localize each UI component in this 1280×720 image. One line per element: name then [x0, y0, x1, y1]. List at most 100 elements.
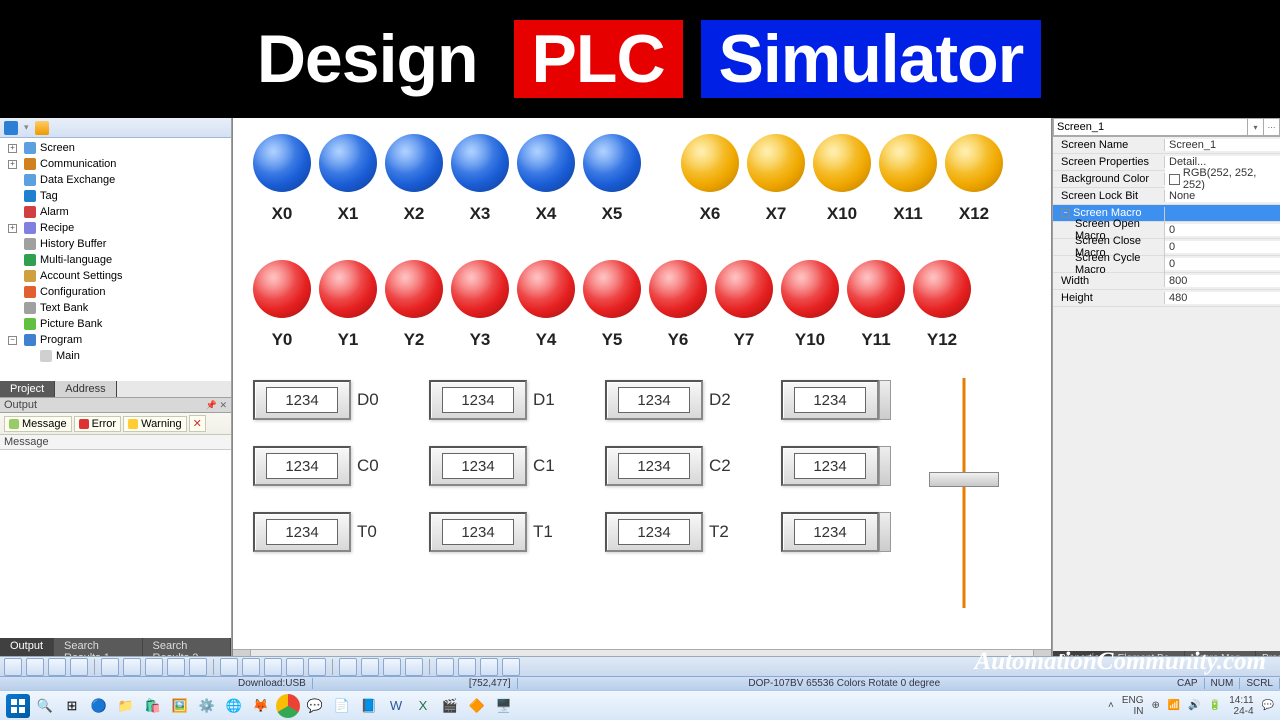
display-scroll[interactable] — [879, 512, 891, 552]
output-pin-icon[interactable]: 📌 ✕ — [206, 400, 227, 411]
folder-icon[interactable] — [35, 121, 49, 135]
prop-screen-cycle-macro[interactable]: Screen Cycle Macro0 — [1053, 256, 1280, 273]
numeric-display[interactable]: 1234 — [781, 446, 879, 486]
numeric-display[interactable]: 1234 — [253, 446, 351, 486]
align-tool-16[interactable] — [383, 658, 401, 676]
tree-item-recipe[interactable]: +Recipe — [0, 220, 231, 236]
prop-screen-name[interactable]: Screen NameScreen_1 — [1053, 137, 1280, 154]
numeric-display[interactable]: 1234 — [253, 512, 351, 552]
prop-height[interactable]: Height480 — [1053, 290, 1280, 307]
tree-item-history-buffer[interactable]: History Buffer — [0, 236, 231, 252]
push-button[interactable] — [781, 260, 839, 318]
vertical-slider[interactable] — [929, 378, 999, 608]
align-tool-7[interactable] — [167, 658, 185, 676]
numeric-display[interactable]: 1234 — [781, 512, 879, 552]
tray-battery-icon[interactable]: 🔋 — [1209, 700, 1221, 711]
numeric-display[interactable]: 1234 — [605, 380, 703, 420]
tree-item-text-bank[interactable]: Text Bank — [0, 300, 231, 316]
prop-value[interactable]: RGB(252, 252, 252) — [1165, 167, 1280, 191]
align-tool-14[interactable] — [339, 658, 357, 676]
tray-chevron-icon[interactable]: ˄ — [1108, 700, 1114, 711]
numeric-display[interactable]: 1234 — [429, 446, 527, 486]
tree-item-program[interactable]: −Program — [0, 332, 231, 348]
expand-icon[interactable]: − — [8, 336, 17, 345]
align-tool-13[interactable] — [308, 658, 326, 676]
prop-value[interactable]: 0 — [1165, 258, 1280, 270]
firefox-icon[interactable]: 🦊 — [249, 694, 273, 718]
tray-language[interactable]: ENGIN — [1122, 695, 1144, 717]
push-button[interactable] — [847, 260, 905, 318]
align-tool-3[interactable] — [70, 658, 88, 676]
tree-item-data-exchange[interactable]: Data Exchange — [0, 172, 231, 188]
tray-clock[interactable]: 14:1124-4 — [1229, 695, 1253, 717]
numeric-display[interactable]: 1234 — [253, 380, 351, 420]
push-button[interactable] — [517, 134, 575, 192]
expand-icon[interactable]: + — [8, 160, 17, 169]
push-button[interactable] — [517, 260, 575, 318]
photos-icon[interactable]: 🖼️ — [168, 694, 192, 718]
object-name-input[interactable] — [1053, 118, 1248, 136]
settings-icon[interactable]: ⚙️ — [195, 694, 219, 718]
tray-notifications-icon[interactable]: 💬 — [1262, 700, 1274, 711]
push-button[interactable] — [451, 260, 509, 318]
align-tool-15[interactable] — [361, 658, 379, 676]
excel-icon[interactable]: X — [411, 694, 435, 718]
explorer-icon[interactable]: 📁 — [114, 694, 138, 718]
expand-icon[interactable]: + — [8, 224, 17, 233]
push-button[interactable] — [813, 134, 871, 192]
align-tool-17[interactable] — [405, 658, 423, 676]
tree-item-configuration[interactable]: Configuration — [0, 284, 231, 300]
chevron-down-icon[interactable]: ▾ — [1248, 118, 1264, 136]
tree-item-screen[interactable]: +Screen — [0, 140, 231, 156]
push-button[interactable] — [747, 134, 805, 192]
align-tool-18[interactable] — [436, 658, 454, 676]
display-scroll[interactable] — [879, 446, 891, 486]
push-button[interactable] — [945, 134, 1003, 192]
push-button[interactable] — [253, 260, 311, 318]
tree-item-account-settings[interactable]: Account Settings — [0, 268, 231, 284]
align-tool-11[interactable] — [264, 658, 282, 676]
whatsapp-icon[interactable]: 💬 — [303, 694, 327, 718]
align-tool-8[interactable] — [189, 658, 207, 676]
push-button[interactable] — [583, 134, 641, 192]
filter-warning[interactable]: Warning — [123, 416, 187, 432]
app-icon-4[interactable]: 🖥️ — [492, 694, 516, 718]
tray-meet-icon[interactable]: ⊕ — [1152, 700, 1160, 711]
start-button[interactable] — [6, 694, 30, 718]
push-button[interactable] — [681, 134, 739, 192]
prop-screen-lock-bit[interactable]: Screen Lock BitNone — [1053, 188, 1280, 205]
tree-item-tag[interactable]: Tag — [0, 188, 231, 204]
prop-value[interactable]: 800 — [1165, 275, 1280, 287]
display-scroll[interactable] — [879, 380, 891, 420]
store-icon[interactable]: 🛍️ — [141, 694, 165, 718]
tree-item-main[interactable]: Main — [0, 348, 231, 364]
numeric-display[interactable]: 1234 — [429, 380, 527, 420]
prop-value[interactable]: None — [1165, 190, 1280, 202]
tree-item-communication[interactable]: +Communication — [0, 156, 231, 172]
project-tree[interactable]: +Screen+CommunicationData ExchangeTagAla… — [0, 138, 231, 381]
tree-item-multi-language[interactable]: Multi-language — [0, 252, 231, 268]
pdf-icon[interactable]: 📄 — [330, 694, 354, 718]
app-icon-1[interactable]: 📘 — [357, 694, 381, 718]
align-tool-4[interactable] — [101, 658, 119, 676]
tab-address[interactable]: Address — [55, 381, 116, 397]
edge-icon[interactable]: 🌐 — [222, 694, 246, 718]
prop-value[interactable]: 0 — [1165, 241, 1280, 253]
align-tool-5[interactable] — [123, 658, 141, 676]
align-tool-12[interactable] — [286, 658, 304, 676]
push-button[interactable] — [715, 260, 773, 318]
prop-width[interactable]: Width800 — [1053, 273, 1280, 290]
word-icon[interactable]: W — [384, 694, 408, 718]
push-button[interactable] — [583, 260, 641, 318]
dropdown-icon[interactable]: ▾ — [24, 122, 29, 133]
push-button[interactable] — [451, 134, 509, 192]
tray-volume-icon[interactable]: 🔊 — [1188, 700, 1200, 711]
numeric-display[interactable]: 1234 — [429, 512, 527, 552]
prop-value[interactable]: 0 — [1165, 224, 1280, 236]
numeric-display[interactable]: 1234 — [605, 512, 703, 552]
push-button[interactable] — [319, 260, 377, 318]
align-tool-6[interactable] — [145, 658, 163, 676]
align-tool-20[interactable] — [480, 658, 498, 676]
align-tool-10[interactable] — [242, 658, 260, 676]
push-button[interactable] — [649, 260, 707, 318]
